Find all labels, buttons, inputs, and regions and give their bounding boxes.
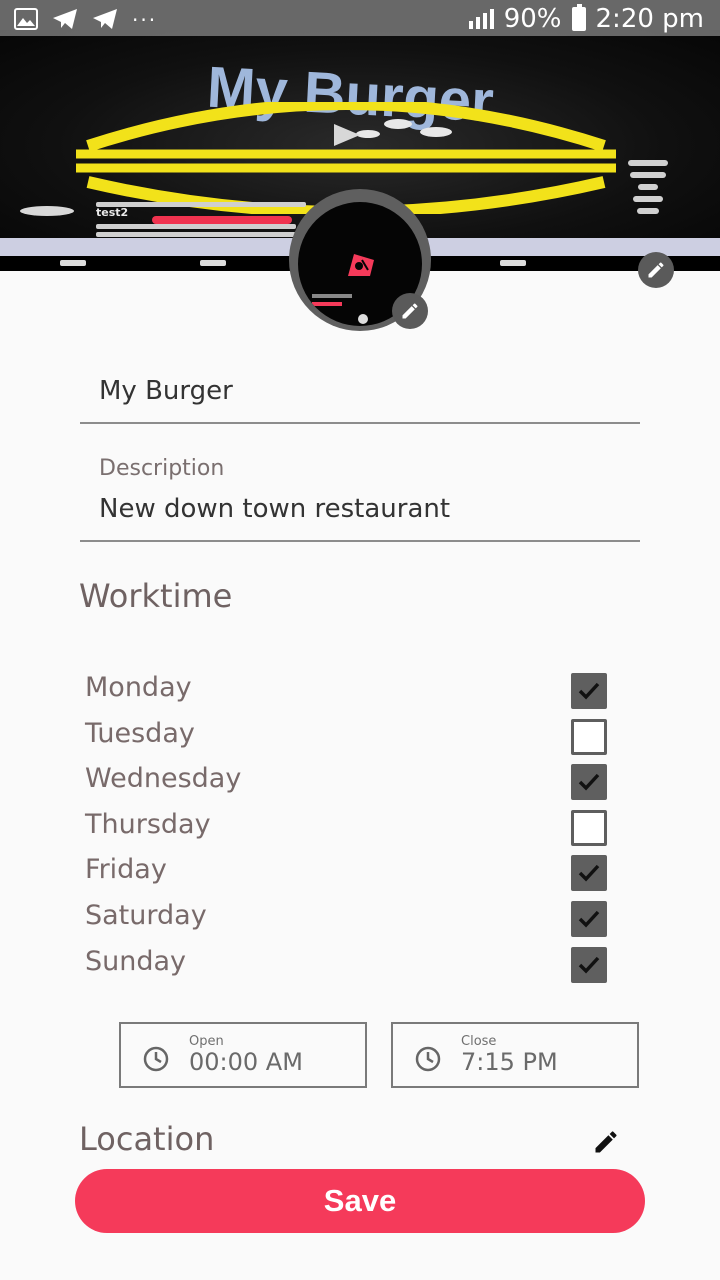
day-label: Monday — [85, 672, 192, 703]
pencil-icon — [595, 1131, 617, 1153]
day-row: Friday — [85, 854, 615, 898]
day-row: Monday — [85, 672, 615, 716]
close-label: Close — [461, 1034, 497, 1049]
battery-percent: 90% — [503, 4, 562, 34]
day-row: Saturday — [85, 900, 615, 944]
day-row: Sunday — [85, 946, 615, 990]
checkmark-icon — [578, 910, 600, 928]
pencil-icon — [402, 303, 418, 319]
screen: My Burger test2 ··· 90% 2:20 pm My Burge… — [0, 0, 720, 1280]
name-field[interactable]: My Burger — [80, 360, 640, 424]
status-left: ··· — [14, 8, 157, 32]
post-username: test2 — [96, 206, 129, 219]
checkmark-icon — [578, 774, 600, 791]
image-icon — [14, 8, 38, 30]
day-checkbox[interactable] — [571, 718, 607, 755]
open-value: 00:00 AM — [189, 1048, 303, 1076]
cover-side-actions — [626, 160, 670, 250]
day-label: Saturday — [85, 900, 207, 931]
post-avatar — [20, 206, 74, 216]
close-value: 7:15 PM — [461, 1048, 558, 1076]
day-label: Friday — [85, 854, 167, 886]
day-label: Thursday — [85, 808, 211, 840]
overflow-dots: ··· — [132, 8, 158, 32]
description-label: Description — [99, 456, 225, 481]
status-bar: ··· 90% 2:20 pm — [0, 0, 720, 36]
description-field[interactable]: Description New down town restaurant — [80, 450, 640, 542]
telegram-icon — [53, 9, 77, 29]
restaurant-logo-icon — [348, 254, 374, 276]
save-button[interactable]: Save — [75, 1169, 645, 1233]
edit-avatar-button[interactable] — [392, 293, 428, 329]
worktime-title: Worktime — [79, 577, 233, 615]
clock-icon — [415, 1046, 441, 1072]
day-row: Thursday — [85, 809, 615, 853]
open-time-field[interactable]: Open 00:00 AM — [119, 1022, 367, 1088]
day-label: Tuesday — [85, 717, 195, 749]
status-time: 2:20 pm — [595, 4, 704, 34]
day-checkbox[interactable] — [571, 809, 607, 846]
description-value: New down town restaurant — [99, 494, 451, 524]
telegram-icon — [93, 9, 117, 29]
edit-location-button[interactable] — [592, 1128, 620, 1160]
post-line — [96, 224, 296, 229]
day-label: Wednesday — [85, 763, 242, 795]
day-label: Sunday — [85, 945, 187, 977]
post-line — [96, 232, 296, 237]
pencil-icon — [648, 262, 664, 278]
location-title: Location — [79, 1120, 215, 1158]
day-row: Wednesday — [85, 763, 615, 807]
status-right: 90% 2:20 pm — [468, 4, 704, 34]
name-value: My Burger — [99, 376, 233, 406]
open-label: Open — [189, 1034, 224, 1049]
clock-icon — [143, 1046, 169, 1072]
day-checkbox[interactable] — [571, 855, 607, 892]
checkmark-icon — [578, 956, 600, 974]
edit-cover-button[interactable] — [638, 252, 674, 288]
day-checkbox[interactable] — [571, 901, 607, 937]
day-row: Tuesday — [85, 718, 615, 762]
checkmark-icon — [578, 865, 600, 882]
signal-icon — [468, 9, 494, 29]
battery-icon — [571, 4, 586, 31]
close-time-field[interactable]: Close 7:15 PM — [391, 1022, 639, 1088]
play-icon — [334, 124, 360, 146]
day-checkbox[interactable] — [571, 946, 607, 983]
day-checkbox[interactable] — [571, 764, 607, 801]
checkmark-icon — [578, 682, 600, 700]
day-checkbox[interactable] — [571, 673, 607, 709]
order-now-pill — [152, 216, 292, 224]
